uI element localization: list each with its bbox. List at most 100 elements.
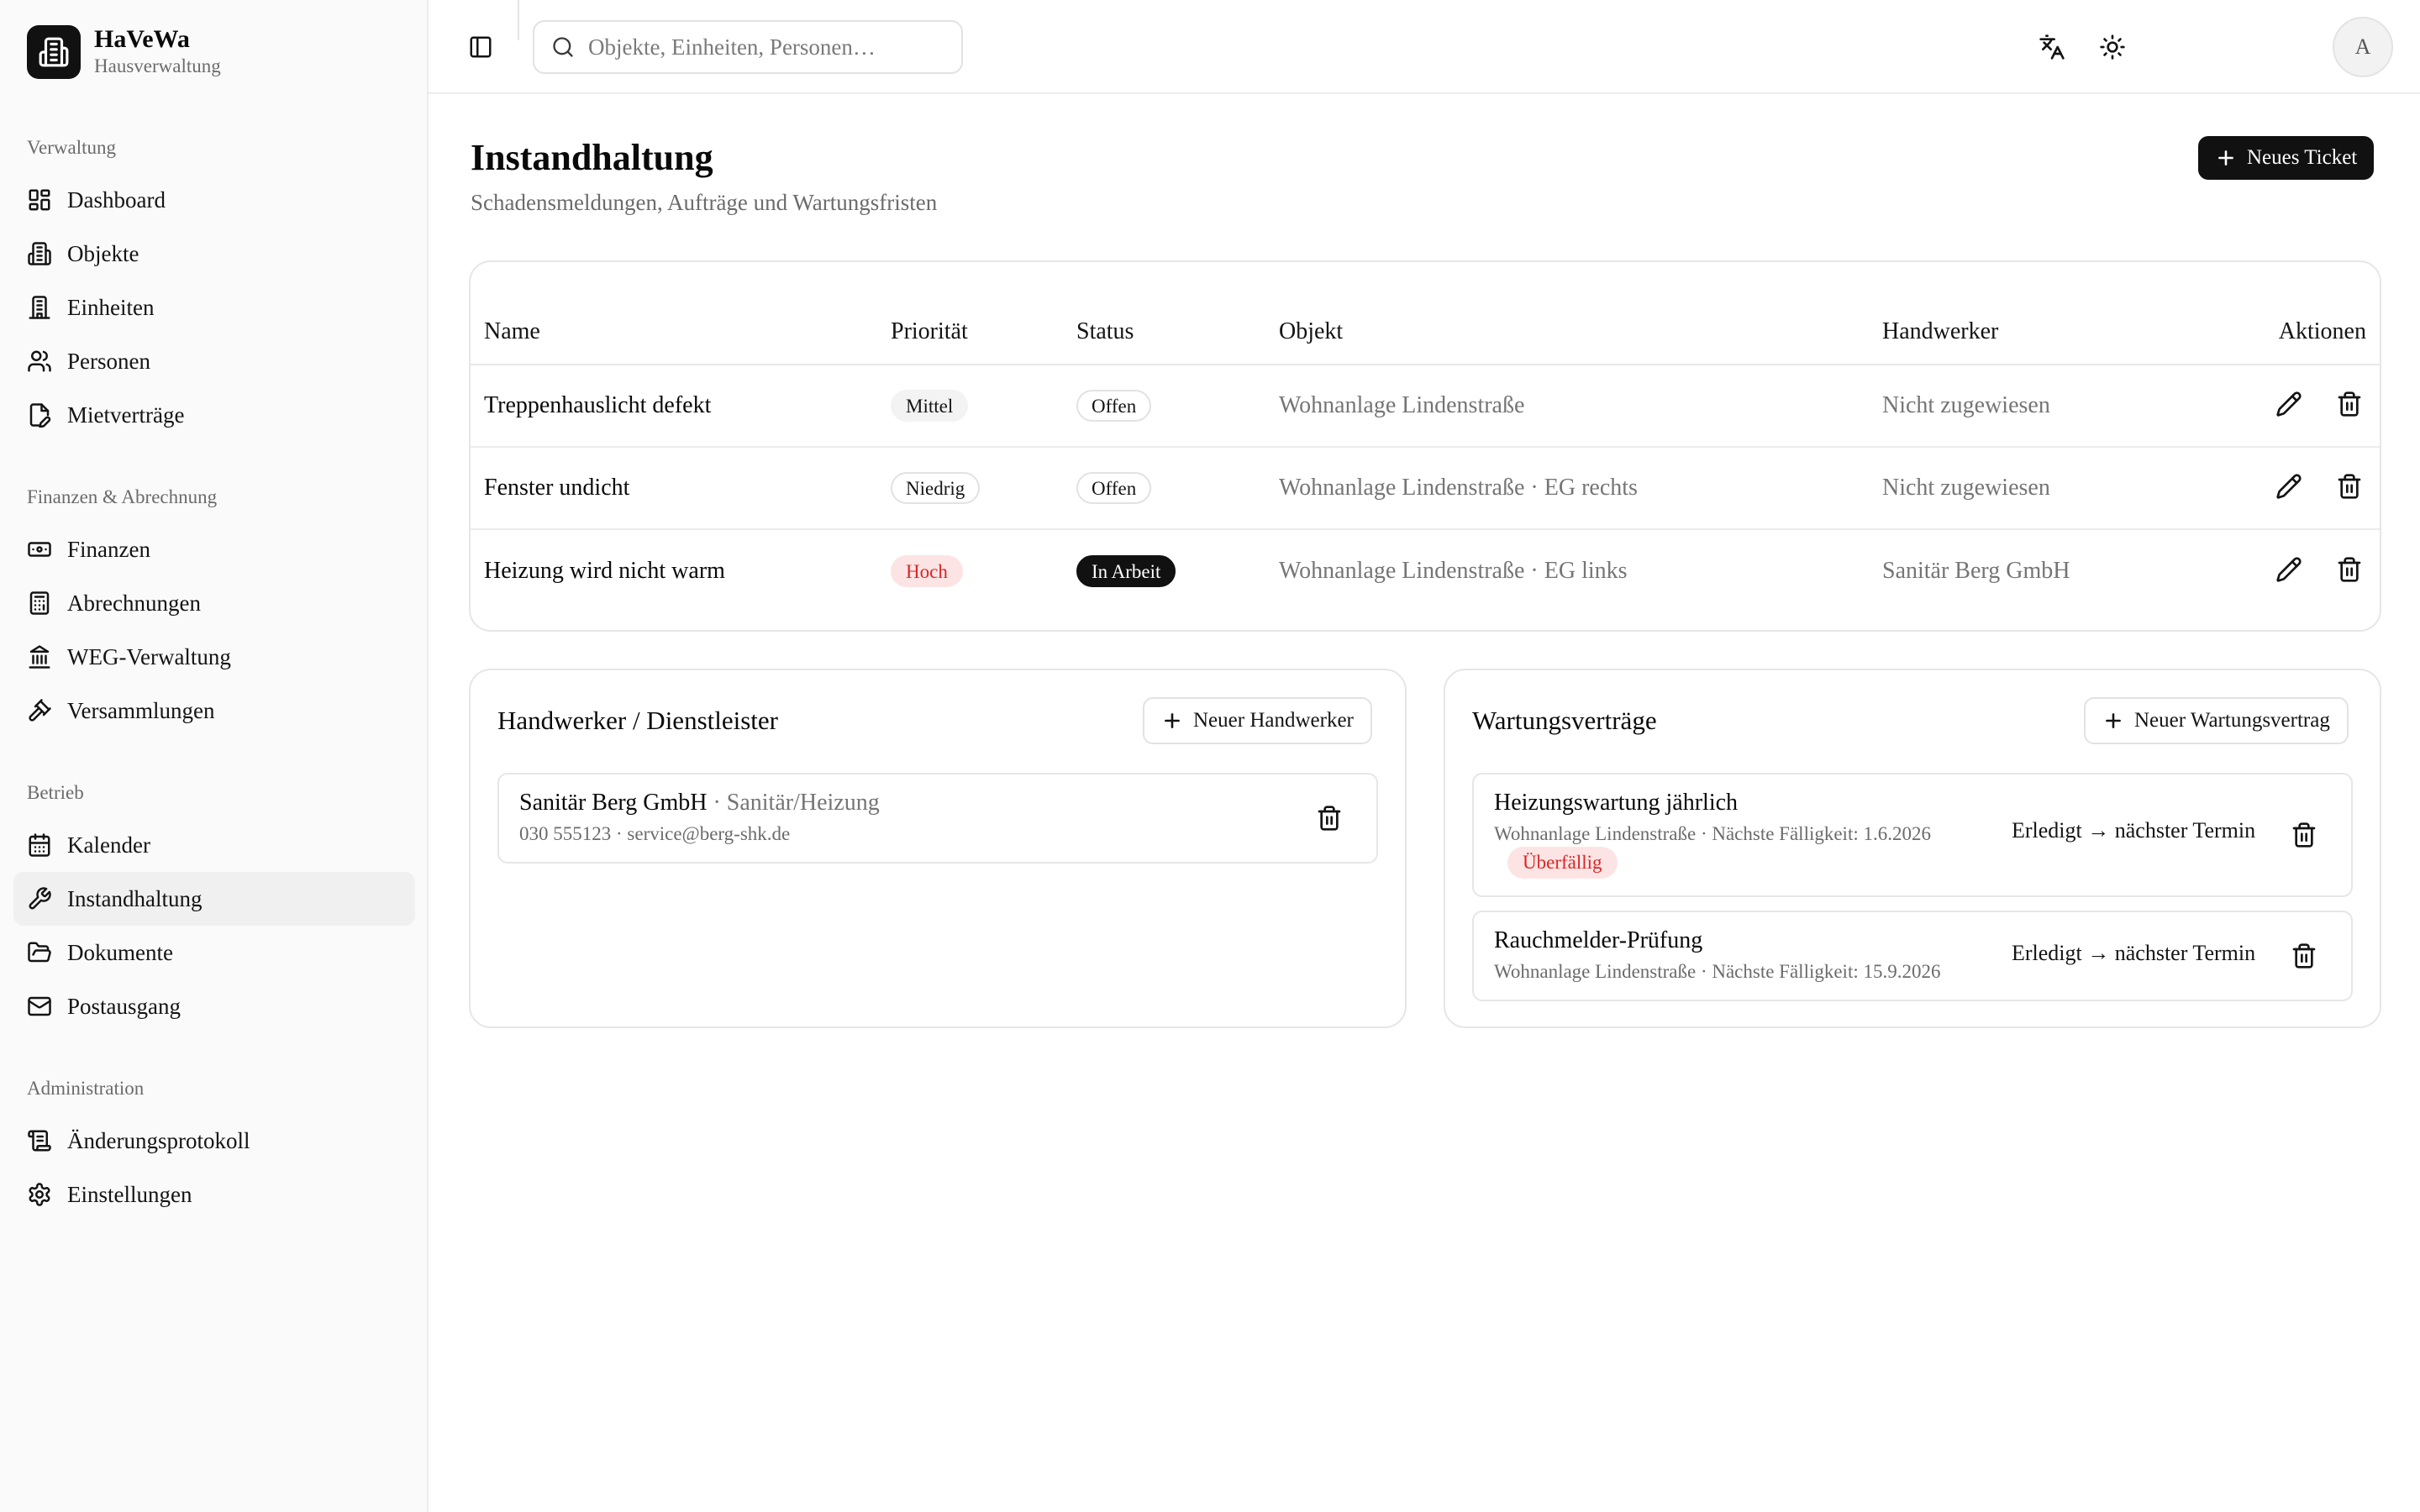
brand-subtitle: Hausverwaltung — [94, 55, 221, 76]
page-title: Instandhaltung — [471, 137, 713, 178]
sidebar-item-label: Finanzen — [67, 536, 150, 562]
status-badge: Offen — [1076, 390, 1152, 422]
sidebar-item-label: Abrechnungen — [67, 590, 201, 616]
edit-pencil-icon[interactable] — [2272, 553, 2306, 586]
delete-trash-icon[interactable] — [1313, 801, 1346, 835]
delete-trash-icon[interactable] — [2333, 553, 2366, 586]
maintenance-panel: Wartungsverträge Neuer Wartungsvertrag H… — [1444, 669, 2381, 1028]
ticket-name[interactable]: Fenster undicht — [471, 447, 891, 530]
sidebar-item-label: WEG-Verwaltung — [67, 643, 231, 669]
table-row[interactable]: Heizung wird nicht warm Hoch In Arbeit W… — [471, 529, 2380, 612]
ticket-object: Wohnanlage Lindenstraße — [1279, 365, 1882, 448]
nav-heading: Verwaltung — [27, 137, 117, 158]
maintenance-card[interactable]: Heizungswartung jährlich Wohnanlage Lind… — [1472, 773, 2353, 897]
building-2-icon — [27, 295, 52, 320]
nav-section-verwaltung: Verwaltung Dashboard Objekte Einheiten P… — [13, 134, 415, 442]
sidebar-item-label: Postausgang — [67, 993, 181, 1019]
table-row[interactable]: Treppenhauslicht defekt Mittel Offen Woh… — [471, 365, 2380, 448]
users-icon — [27, 349, 52, 374]
sidebar-item-weg-verwaltung[interactable]: WEG-Verwaltung — [13, 630, 415, 684]
sidebar-item-label: Änderungsprotokoll — [67, 1127, 250, 1153]
sidebar-item-mietvertraege[interactable]: Mietverträge — [13, 388, 415, 442]
priority-badge: Niedrig — [891, 472, 981, 504]
folder-open-icon — [27, 940, 52, 965]
sidebar-item-personen[interactable]: Personen — [13, 334, 415, 388]
status-badge: In Arbeit — [1076, 554, 1176, 587]
topbar: A — [429, 0, 2420, 94]
search-input[interactable] — [588, 34, 941, 60]
maintenance-meta: Wohnanlage Lindenstraße · Nächste Fällig… — [1494, 961, 1941, 982]
mail-icon — [27, 994, 52, 1019]
plus-icon — [2218, 150, 2233, 165]
sidebar-item-einheiten[interactable]: Einheiten — [13, 281, 415, 334]
maintenance-title: Heizungswartung jährlich — [1494, 790, 1739, 816]
ticket-object: Wohnanlage Lindenstraße · EG rechts — [1279, 447, 1882, 530]
delete-trash-icon[interactable] — [2333, 387, 2366, 421]
new-ticket-button[interactable]: Neues Ticket — [2198, 136, 2375, 180]
craftsmen-panel: Handwerker / Dienstleister Neuer Handwer… — [469, 669, 1407, 1028]
craftsman-name: Sanitär Berg GmbH — [519, 790, 708, 816]
sidebar-item-dokumente[interactable]: Dokumente — [13, 926, 415, 979]
sidebar-item-postausgang[interactable]: Postausgang — [13, 979, 415, 1033]
tickets-table-card: Name Priorität Status Objekt Handwerker … — [469, 260, 2381, 632]
column-header-status[interactable]: Status — [1076, 299, 1279, 365]
status-badge: Offen — [1076, 472, 1152, 504]
new-craftsman-label: Neuer Handwerker — [1193, 709, 1354, 732]
mark-done-button[interactable]: Erledigt → nächster Termin — [2012, 818, 2255, 843]
sun-icon[interactable] — [2096, 30, 2129, 64]
maintenance-meta: Wohnanlage Lindenstraße · Nächste Fällig… — [1494, 823, 1931, 844]
sidebar-item-dashboard[interactable]: Dashboard — [13, 173, 415, 227]
settings-icon — [27, 1182, 52, 1207]
sidebar-item-label: Kalender — [67, 832, 150, 858]
translate-icon[interactable] — [2035, 30, 2069, 64]
mark-done-button[interactable]: Erledigt → nächster Termin — [2012, 941, 2255, 966]
column-header-name[interactable]: Name — [471, 299, 891, 365]
table-header-row: Name Priorität Status Objekt Handwerker … — [471, 299, 2380, 365]
brand[interactable]: HaVeWa Hausverwaltung — [27, 25, 221, 79]
column-header-actions: Aktionen — [2235, 299, 2380, 365]
sidebar: HaVeWa Hausverwaltung Verwaltung Dashboa… — [0, 0, 429, 1512]
new-maintenance-contract-label: Neuer Wartungsvertrag — [2134, 709, 2330, 732]
ticket-name[interactable]: Treppenhauslicht defekt — [471, 365, 891, 448]
sidebar-item-objekte[interactable]: Objekte — [13, 227, 415, 281]
column-header-object[interactable]: Objekt — [1279, 299, 1882, 365]
scroll-icon — [27, 1128, 52, 1153]
new-ticket-label: Neues Ticket — [2247, 146, 2358, 169]
sidebar-item-versammlungen[interactable]: Versammlungen — [13, 684, 415, 738]
sidebar-item-label: Mietverträge — [67, 402, 185, 428]
new-craftsman-button[interactable]: Neuer Handwerker — [1143, 697, 1372, 744]
maintenance-card[interactable]: Rauchmelder-Prüfung Wohnanlage Lindenstr… — [1472, 911, 2353, 1001]
sidebar-item-abrechnungen[interactable]: Abrechnungen — [13, 576, 415, 630]
column-header-priority[interactable]: Priorität — [891, 299, 1076, 365]
delete-trash-icon[interactable] — [2333, 470, 2366, 503]
delete-trash-icon[interactable] — [2287, 818, 2321, 852]
ticket-name[interactable]: Heizung wird nicht warm — [471, 529, 891, 612]
craftsman-card[interactable]: Sanitär Berg GmbH · Sanitär/Heizung 030 … — [497, 773, 1378, 864]
avatar[interactable]: A — [2333, 17, 2393, 77]
sidebar-item-instandhaltung[interactable]: Instandhaltung — [13, 872, 415, 926]
plus-icon — [2106, 713, 2121, 728]
sidebar-item-label: Einstellungen — [67, 1181, 192, 1207]
sidebar-toggle-icon[interactable] — [464, 30, 497, 64]
edit-pencil-icon[interactable] — [2272, 470, 2306, 503]
column-header-craftsman[interactable]: Handwerker — [1882, 299, 2235, 365]
sidebar-item-label: Objekte — [67, 240, 139, 266]
sidebar-item-finanzen[interactable]: Finanzen — [13, 522, 415, 576]
sidebar-item-einstellungen[interactable]: Einstellungen — [13, 1168, 415, 1221]
table-row[interactable]: Fenster undicht Niedrig Offen Wohnanlage… — [471, 447, 2380, 530]
gavel-icon — [27, 698, 52, 723]
sidebar-item-aenderungsprotokoll[interactable]: Änderungsprotokoll — [13, 1114, 415, 1168]
delete-trash-icon[interactable] — [2287, 939, 2321, 973]
topbar-divider — [518, 0, 519, 40]
maintenance-title: Rauchmelder-Prüfung — [1494, 927, 1703, 953]
edit-pencil-icon[interactable] — [2272, 387, 2306, 421]
sidebar-item-label: Dashboard — [67, 186, 166, 213]
craftsmen-panel-title: Handwerker / Dienstleister — [497, 706, 778, 735]
sidebar-item-kalender[interactable]: Kalender — [13, 818, 415, 872]
craftsman-trade: · Sanitär/Heizung — [713, 790, 880, 816]
search-icon — [551, 35, 575, 59]
new-maintenance-contract-button[interactable]: Neuer Wartungsvertrag — [2084, 697, 2349, 744]
nav-section-betrieb: Betrieb Kalender Instandhaltung Dokument… — [13, 780, 415, 1033]
nav-heading: Finanzen & Abrechnung — [27, 486, 218, 507]
search-box[interactable] — [533, 20, 963, 74]
